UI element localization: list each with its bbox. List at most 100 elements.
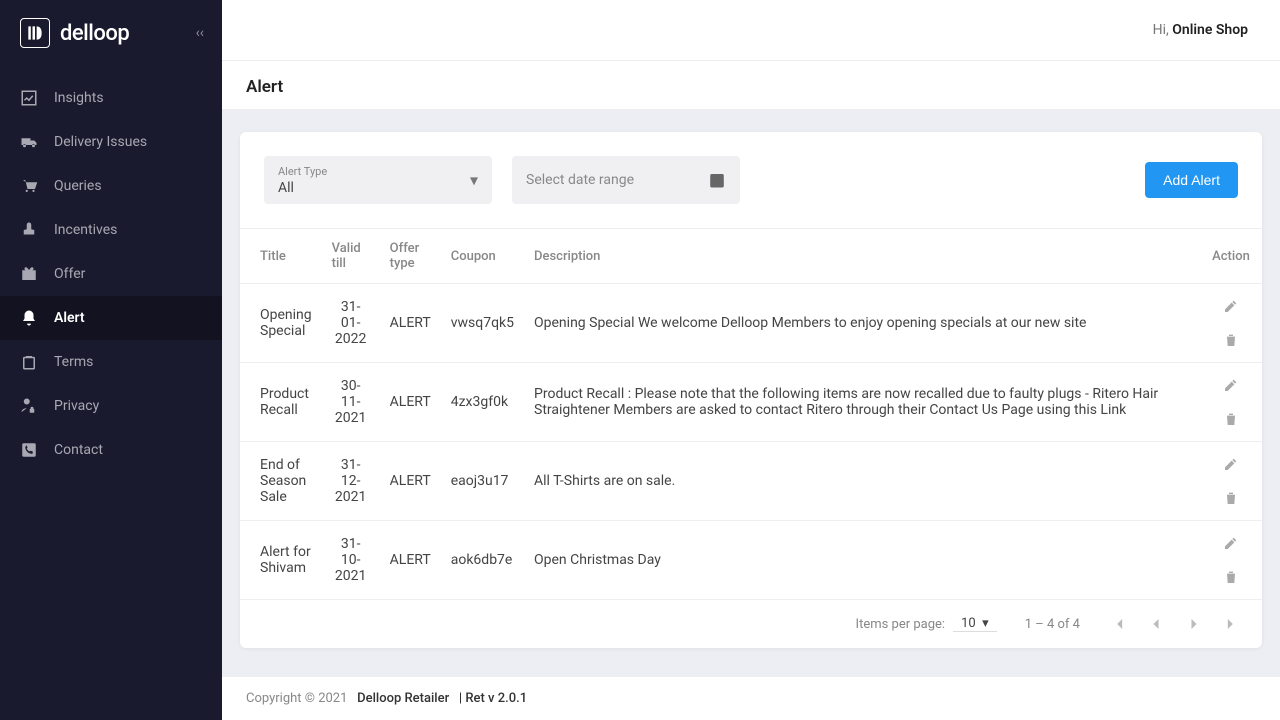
- last-page-icon[interactable]: [1222, 614, 1242, 634]
- footer: Copyright © 2021 Delloop Retailer | Ret …: [222, 676, 1280, 720]
- sidebar-item-offer[interactable]: Offer: [0, 252, 222, 296]
- clipboard-icon: [20, 353, 38, 371]
- hand-icon: [20, 221, 38, 239]
- nav-label: Offer: [54, 266, 85, 282]
- nav-label: Alert: [54, 310, 85, 326]
- alerts-table: Title Valid till Offer type Coupon Descr…: [240, 228, 1262, 600]
- greeting: Hi, Online Shop: [1153, 22, 1248, 38]
- date-placeholder: Select date range: [526, 172, 634, 188]
- cell-action: [1200, 363, 1262, 442]
- logo-icon: [20, 18, 50, 48]
- cell-coupon: 4zx3gf0k: [441, 363, 524, 442]
- items-per-page-label: Items per page:: [856, 617, 946, 632]
- calendar-icon: [708, 171, 726, 189]
- first-page-icon[interactable]: [1108, 614, 1128, 634]
- sidebar-item-contact[interactable]: Contact: [0, 428, 222, 472]
- th-valid-till: Valid till: [322, 229, 380, 284]
- items-per-page-select[interactable]: 10 ▾: [953, 616, 997, 632]
- brand-name: delloop: [60, 21, 129, 46]
- cell-title: End of Season Sale: [240, 442, 322, 521]
- cell-coupon: aok6db7e: [441, 521, 524, 600]
- edit-icon[interactable]: [1223, 377, 1239, 393]
- table-row: Alert for Shivam 31-10-2021 ALERT aok6db…: [240, 521, 1262, 600]
- shop-name: Online Shop: [1172, 22, 1248, 38]
- edit-icon[interactable]: [1223, 456, 1239, 472]
- nav-label: Insights: [54, 90, 104, 106]
- add-alert-button[interactable]: Add Alert: [1145, 162, 1238, 198]
- table-row: End of Season Sale 31-12-2021 ALERT eaoj…: [240, 442, 1262, 521]
- footer-product: Delloop Retailer: [357, 691, 449, 706]
- sidebar-item-terms[interactable]: Terms: [0, 340, 222, 384]
- next-page-icon[interactable]: [1184, 614, 1204, 634]
- cell-description: Product Recall : Please note that the fo…: [524, 363, 1200, 442]
- sidebar-item-insights[interactable]: Insights: [0, 76, 222, 120]
- th-offer-type: Offer type: [380, 229, 441, 284]
- cell-valid-till: 31-10-2021: [322, 521, 380, 600]
- chart-icon: [20, 89, 38, 107]
- delete-icon[interactable]: [1223, 411, 1239, 427]
- nav-label: Privacy: [54, 398, 99, 414]
- chevron-down-icon: ▾: [470, 171, 478, 190]
- topbar: Hi, Online Shop: [222, 0, 1280, 61]
- cell-title: Product Recall: [240, 363, 322, 442]
- nav-label: Terms: [54, 354, 93, 370]
- main-area: Hi, Online Shop Alert Alert Type All ▾ S…: [222, 0, 1280, 720]
- cell-description: Open Christmas Day: [524, 521, 1200, 600]
- page-title: Alert: [222, 61, 1280, 110]
- nav-label: Contact: [54, 442, 103, 458]
- prev-page-icon[interactable]: [1146, 614, 1166, 634]
- cell-coupon: vwsq7qk5: [441, 284, 524, 363]
- footer-version: Ret v 2.0.1: [465, 691, 527, 706]
- th-description: Description: [524, 229, 1200, 284]
- cell-offer-type: ALERT: [380, 284, 441, 363]
- cell-title: Alert for Shivam: [240, 521, 322, 600]
- phone-icon: [20, 441, 38, 459]
- date-range-input[interactable]: Select date range: [512, 156, 740, 204]
- cell-offer-type: ALERT: [380, 521, 441, 600]
- cell-description: All T-Shirts are on sale.: [524, 442, 1200, 521]
- delete-icon[interactable]: [1223, 490, 1239, 506]
- cell-offer-type: ALERT: [380, 442, 441, 521]
- cell-action: [1200, 442, 1262, 521]
- table-row: Product Recall 30-11-2021 ALERT 4zx3gf0k…: [240, 363, 1262, 442]
- cart-icon: [20, 177, 38, 195]
- nav-label: Queries: [54, 178, 102, 194]
- gift-icon: [20, 265, 38, 283]
- delete-icon[interactable]: [1223, 569, 1239, 585]
- truck-icon: [20, 133, 38, 151]
- pagination-range: 1 – 4 of 4: [1025, 617, 1080, 632]
- cell-valid-till: 30-11-2021: [322, 363, 380, 442]
- sidebar-item-incentives[interactable]: Incentives: [0, 208, 222, 252]
- cell-description: Opening Special We welcome Delloop Membe…: [524, 284, 1200, 363]
- user-lock-icon: [20, 397, 38, 415]
- cell-title: Opening Special: [240, 284, 322, 363]
- th-action: Action: [1200, 229, 1262, 284]
- cell-valid-till: 31-12-2021: [322, 442, 380, 521]
- sidebar-nav: Insights Delivery Issues Queries Incenti…: [0, 68, 222, 472]
- nav-label: Delivery Issues: [54, 134, 147, 150]
- select-value: All: [278, 180, 478, 196]
- cell-coupon: eaoj3u17: [441, 442, 524, 521]
- sidebar-item-privacy[interactable]: Privacy: [0, 384, 222, 428]
- select-label: Alert Type: [278, 165, 478, 178]
- sidebar: delloop ‹‹ Insights Delivery Issues Quer…: [0, 0, 222, 720]
- sidebar-item-alert[interactable]: Alert: [0, 296, 222, 340]
- table-row: Opening Special 31-01-2022 ALERT vwsq7qk…: [240, 284, 1262, 363]
- collapse-sidebar-icon[interactable]: ‹‹: [196, 25, 204, 41]
- cell-action: [1200, 521, 1262, 600]
- logo-area: delloop ‹‹: [0, 0, 222, 68]
- edit-icon[interactable]: [1223, 298, 1239, 314]
- sidebar-item-queries[interactable]: Queries: [0, 164, 222, 208]
- cell-valid-till: 31-01-2022: [322, 284, 380, 363]
- th-coupon: Coupon: [441, 229, 524, 284]
- cell-action: [1200, 284, 1262, 363]
- bell-icon: [20, 309, 38, 327]
- alert-type-select[interactable]: Alert Type All ▾: [264, 156, 492, 204]
- alert-card: Alert Type All ▾ Select date range Add A…: [240, 132, 1262, 648]
- paginator: Items per page: 10 ▾ 1 – 4 of 4: [240, 600, 1262, 648]
- edit-icon[interactable]: [1223, 535, 1239, 551]
- cell-offer-type: ALERT: [380, 363, 441, 442]
- delete-icon[interactable]: [1223, 332, 1239, 348]
- sidebar-item-delivery-issues[interactable]: Delivery Issues: [0, 120, 222, 164]
- th-title: Title: [240, 229, 322, 284]
